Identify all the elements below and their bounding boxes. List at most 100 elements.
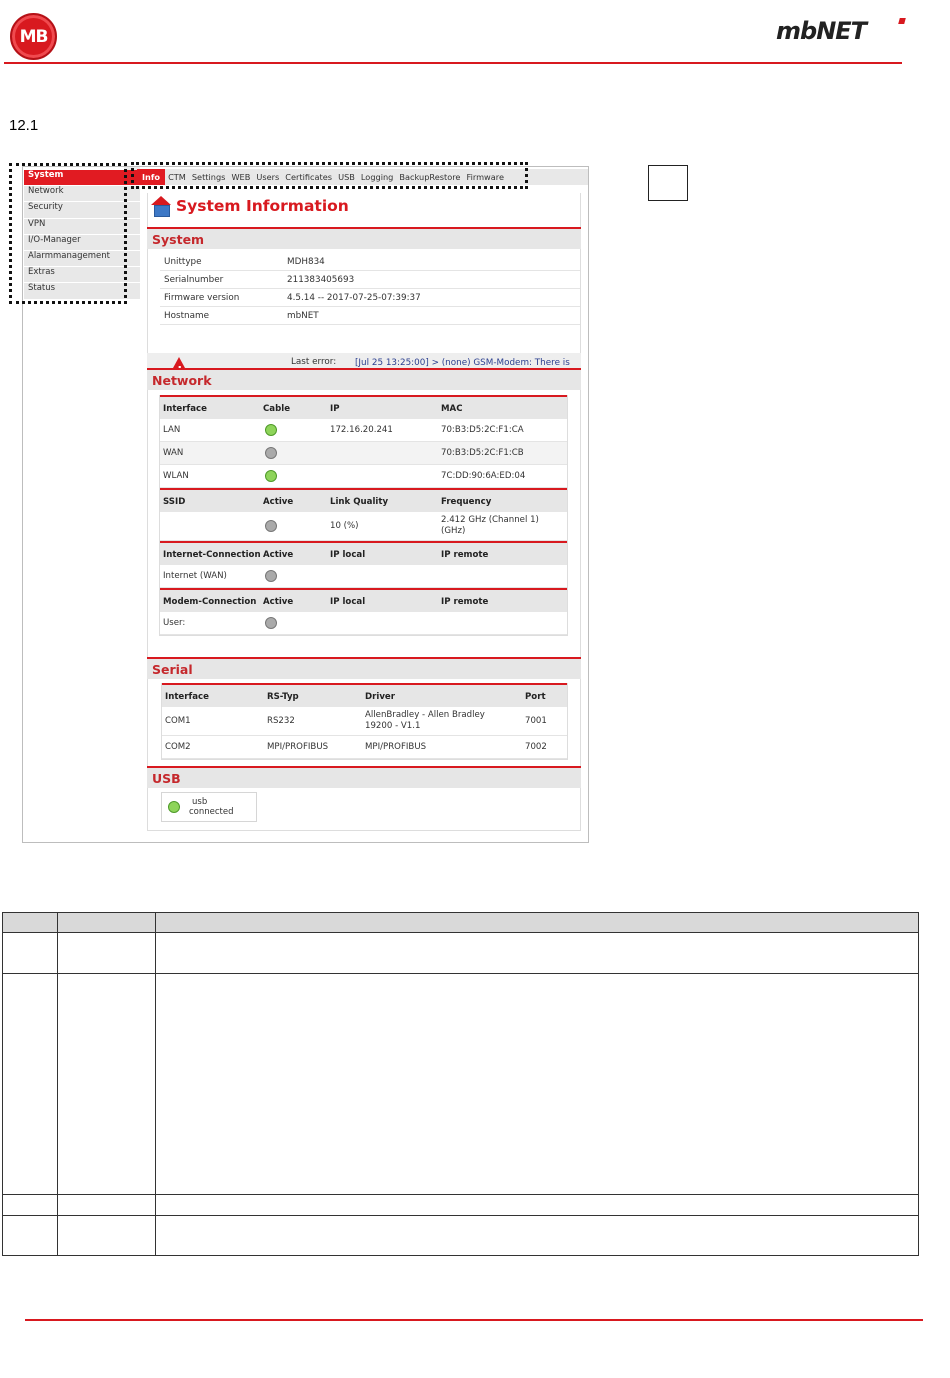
table-header: SSID Active Link Quality Frequency <box>160 488 567 512</box>
table-row: Internet (WAN) <box>160 565 567 588</box>
cell-frequency: 2.412 GHz (Channel 1) (GHz) <box>441 515 539 536</box>
col-ip-remote: IP remote <box>441 550 489 560</box>
cell-driver: MPI/PROFIBUS <box>365 742 427 752</box>
table-row: COM2 MPI/PROFIBUS MPI/PROFIBUS 7002 <box>162 736 567 759</box>
cell-port: 7001 <box>525 716 547 726</box>
status-ok-icon <box>168 801 180 813</box>
usb-device-state: connected <box>189 807 234 817</box>
callout-top-tabs-outline <box>131 162 528 189</box>
brand-mark-icon <box>898 18 906 24</box>
home-icon <box>150 196 172 217</box>
cell-mac: 70:B3:D5:2C:F1:CB <box>441 448 524 458</box>
table-header: Modem-Connection Active IP local IP remo… <box>160 588 567 612</box>
cell-interface: LAN <box>163 425 181 435</box>
legend-row-divider <box>3 1215 918 1216</box>
table-row: COM1 RS232 AllenBradley - Allen Bradley … <box>162 707 567 736</box>
brand-logo: mbNET <box>776 17 867 45</box>
col-interface: Interface <box>165 692 209 702</box>
legend-row-divider <box>3 1194 918 1195</box>
table-header: Interface Cable IP MAC <box>160 395 567 419</box>
table-row: 10 (%) 2.412 GHz (Channel 1) (GHz) <box>160 512 567 541</box>
cell-connection: User: <box>163 618 186 628</box>
cell-mac: 7C:DD:90:6A:ED:04 <box>441 471 526 481</box>
section-system-heading: System <box>147 227 581 249</box>
col-modem-connection: Modem-Connection <box>163 597 257 607</box>
legend-row-divider <box>3 973 918 974</box>
col-mac: MAC <box>441 404 463 414</box>
cell-rs-typ: RS232 <box>267 716 295 726</box>
system-row-serialnumber: Serialnumber 211383405693 <box>160 271 580 289</box>
col-ip-local: IP local <box>330 550 366 560</box>
footer-rule <box>25 1319 923 1321</box>
cell-rs-typ: MPI/PROFIBUS <box>267 742 329 752</box>
table-header: Internet-Connection Active IP local IP r… <box>160 541 567 565</box>
col-ip-local: IP local <box>330 597 366 607</box>
table-row: User: <box>160 612 567 635</box>
system-row-unittype: Unittype MDH834 <box>160 253 580 271</box>
section-number: 12.1 <box>9 117 39 134</box>
last-error-label: Last error: <box>291 357 337 367</box>
col-interface: Interface <box>163 404 207 414</box>
usb-device-name: usb <box>192 797 208 807</box>
cell-connection: Internet (WAN) <box>163 571 227 581</box>
table-row: LAN 172.16.20.241 70:B3:D5:2C:F1:CA <box>160 419 567 442</box>
status-inactive-icon <box>265 447 277 459</box>
col-active: Active <box>263 497 294 507</box>
col-rs-typ: RS-Typ <box>267 692 299 702</box>
legend-column-divider <box>155 913 156 1255</box>
status-inactive-icon <box>265 617 277 629</box>
row-label: Firmware version <box>164 293 240 303</box>
system-info-list: Unittype MDH834 Serialnumber 21138340569… <box>160 253 580 325</box>
mb-logo: MB <box>10 13 57 60</box>
row-value: MDH834 <box>287 257 325 267</box>
header-rule <box>4 62 902 64</box>
col-driver: Driver <box>365 692 395 702</box>
col-frequency: Frequency <box>441 497 492 507</box>
col-ssid: SSID <box>163 497 186 507</box>
cell-interface: COM1 <box>165 716 191 726</box>
status-ok-icon <box>265 470 277 482</box>
cell-driver: AllenBradley - Allen Bradley 19200 - V1.… <box>365 710 485 731</box>
status-ok-icon <box>265 424 277 436</box>
serial-table: Interface RS-Typ Driver Port COM1 RS232 … <box>161 683 568 760</box>
page-title-text: System Information <box>176 197 349 215</box>
cell-ip: 172.16.20.241 <box>330 425 393 435</box>
table-row: WAN 70:B3:D5:2C:F1:CB <box>160 442 567 465</box>
section-usb-heading: USB <box>147 766 581 788</box>
cell-link-quality: 10 (%) <box>330 521 359 531</box>
table-row: WLAN 7C:DD:90:6A:ED:04 <box>160 465 567 488</box>
cell-interface: WAN <box>163 448 184 458</box>
legend-table <box>2 912 919 1256</box>
legend-column-divider <box>57 913 58 1255</box>
table-header: Interface RS-Typ Driver Port <box>162 683 567 707</box>
cell-interface: COM2 <box>165 742 191 752</box>
col-port: Port <box>525 692 546 702</box>
row-value: 211383405693 <box>287 275 355 285</box>
cell-mac: 70:B3:D5:2C:F1:CA <box>441 425 524 435</box>
row-label: Serialnumber <box>164 275 224 285</box>
page-title: System Information <box>150 196 349 217</box>
system-row-hostname: Hostname mbNET <box>160 307 580 325</box>
col-active: Active <box>263 597 294 607</box>
col-ip: IP <box>330 404 340 414</box>
system-row-firmware: Firmware version 4.5.14 -- 2017-07-25-07… <box>160 289 580 307</box>
cell-interface: WLAN <box>163 471 189 481</box>
col-cable: Cable <box>263 404 291 414</box>
status-inactive-icon <box>265 570 277 582</box>
row-label: Hostname <box>164 311 209 321</box>
usb-device-card: usb connected <box>161 792 257 822</box>
legend-header-row <box>3 913 918 933</box>
callout-side-menu-outline <box>9 163 127 304</box>
row-label: Unittype <box>164 257 202 267</box>
row-value: mbNET <box>287 311 319 321</box>
status-inactive-icon <box>265 520 277 532</box>
col-link-quality: Link Quality <box>330 497 389 507</box>
col-internet-connection: Internet-Connection <box>163 550 261 560</box>
cell-port: 7002 <box>525 742 547 752</box>
col-ip-remote: IP remote <box>441 597 489 607</box>
row-value: 4.5.14 -- 2017-07-25-07:39:37 <box>287 293 421 303</box>
col-active: Active <box>263 550 294 560</box>
section-serial-heading: Serial <box>147 657 581 679</box>
section-network-heading: Network <box>147 368 581 390</box>
network-table: Interface Cable IP MAC LAN 172.16.20.241… <box>159 395 568 636</box>
